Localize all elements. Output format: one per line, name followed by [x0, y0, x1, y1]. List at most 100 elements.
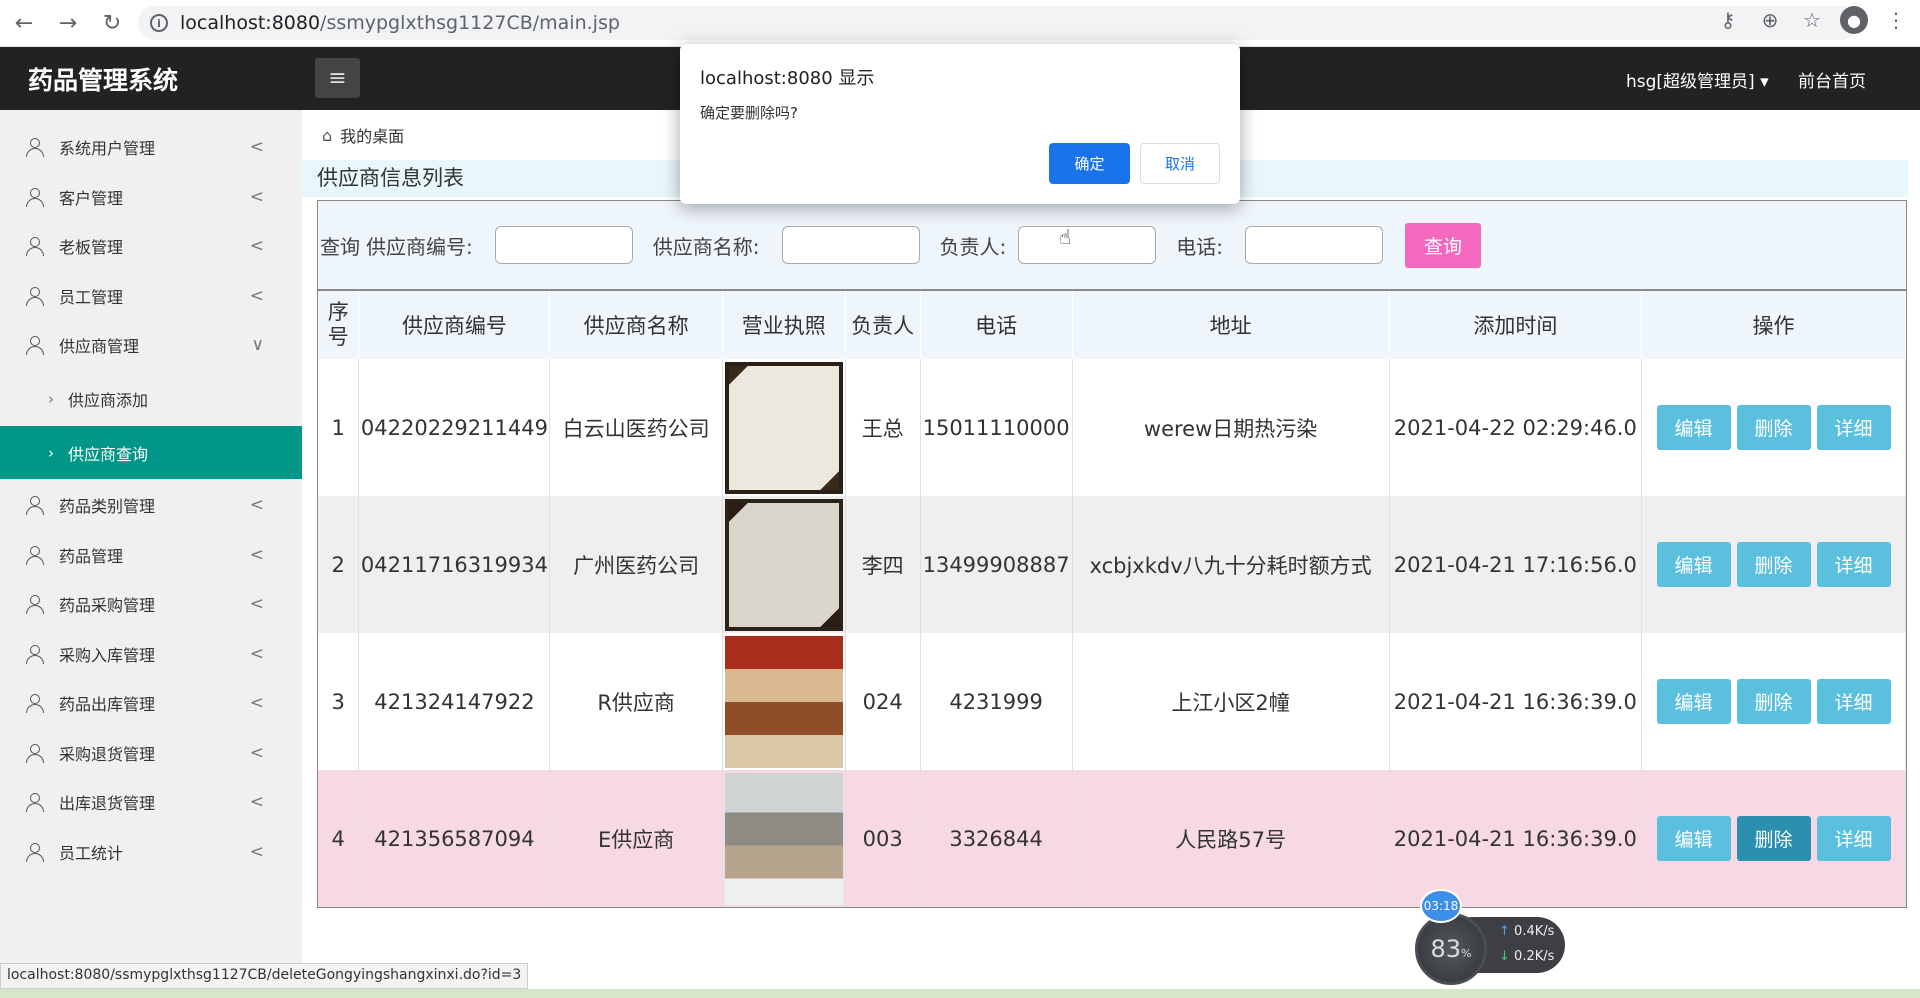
sidebar-item-suppliers[interactable]: 供应商管理 ∨	[0, 320, 302, 369]
sidebar-item-drugs[interactable]: 药品管理 <	[0, 530, 302, 579]
zoom-icon[interactable]: ⊕	[1756, 8, 1784, 32]
table-row: 1 04220229211449 白云山医药公司 王总 15011110000 …	[318, 359, 1906, 496]
license-image[interactable]	[724, 361, 843, 494]
supplier-code-input[interactable]	[494, 226, 633, 264]
table-row: 4 421356587094 E供应商 003 3326844 人民路57号 2…	[318, 770, 1906, 907]
sidebar-item-staff[interactable]: 员工管理 <	[0, 271, 302, 320]
search-button[interactable]: 查询	[1405, 222, 1481, 268]
sidebar-item-purchase-returns[interactable]: 采购退货管理 <	[0, 728, 302, 777]
cpu-percent-unit: %	[1461, 946, 1472, 960]
cell-address: werew日期热污染	[1072, 359, 1390, 496]
chevron-left-icon: <	[249, 791, 264, 812]
cell-name: 广州医药公司	[549, 496, 723, 633]
user-icon	[25, 594, 45, 614]
chevron-left-icon: <	[249, 544, 264, 565]
sidebar-item-staff-stats[interactable]: 员工统计 <	[0, 827, 302, 876]
sidebar-item-drug-outbound[interactable]: 药品出库管理 <	[0, 678, 302, 727]
user-icon	[25, 792, 45, 812]
sidebar-item-drug-categories[interactable]: 药品类别管理 <	[0, 480, 302, 529]
detail-button[interactable]: 详细	[1816, 679, 1891, 724]
sidebar-subitem-supplier-add[interactable]: › 供应商添加	[0, 372, 302, 425]
breadcrumb[interactable]: ⌂ 我的桌面	[322, 123, 404, 147]
delete-button[interactable]: 删除	[1736, 679, 1811, 724]
sidebar-item-label: 药品出库管理	[59, 694, 156, 714]
sidebar-item-label: 员工统计	[59, 843, 124, 863]
sidebar-subitem-label: 供应商添加	[68, 390, 149, 410]
cell-no: 1	[318, 359, 360, 496]
profile-icon[interactable]: ●	[1840, 6, 1868, 34]
back-icon[interactable]: ←	[4, 3, 44, 43]
edit-button[interactable]: 编辑	[1656, 405, 1731, 450]
user-icon	[25, 286, 45, 306]
confirm-dialog: localhost:8080 显示 确定要删除吗? 确定 取消	[680, 44, 1240, 204]
user-menu[interactable]: hsg[超级管理员] ▾	[1626, 67, 1769, 92]
home-icon: ⌂	[322, 125, 333, 145]
reload-icon[interactable]: ↻	[92, 3, 132, 43]
license-image[interactable]	[724, 498, 843, 631]
sidebar-item-bosses[interactable]: 老板管理 <	[0, 221, 302, 270]
sidebar-item-purchase-inbound[interactable]: 采购入库管理 <	[0, 629, 302, 678]
cell-no: 4	[318, 770, 360, 907]
sidebar-item-label: 采购入库管理	[59, 645, 156, 665]
license-image[interactable]	[724, 772, 843, 905]
cell-license	[722, 496, 846, 633]
star-icon[interactable]: ☆	[1798, 8, 1826, 32]
phone-input[interactable]	[1245, 226, 1383, 264]
key-icon[interactable]: ⚷	[1714, 8, 1742, 32]
cell-phone: 3326844	[920, 770, 1073, 907]
confirm-button[interactable]: 确定	[1049, 143, 1130, 184]
edit-button[interactable]: 编辑	[1656, 679, 1731, 724]
chevron-left-icon: <	[249, 593, 264, 614]
chevron-left-icon: <	[249, 841, 264, 862]
sidebar-item-customers[interactable]: 客户管理 <	[0, 172, 302, 221]
delete-button[interactable]: 删除	[1736, 542, 1811, 587]
sidebar: 系统用户管理 < 客户管理 < 老板管理 < 员工管理 < 供应商管理 ∨ › 供应商添加 …	[0, 110, 302, 998]
detail-button[interactable]: 详细	[1816, 405, 1891, 450]
cell-name: E供应商	[549, 770, 723, 907]
delete-button[interactable]: 删除	[1736, 816, 1811, 861]
chevron-left-icon: <	[249, 742, 264, 763]
cell-code: 04211716319934	[358, 496, 551, 633]
more-icon[interactable]: ⋮	[1882, 8, 1910, 32]
sidebar-item-outbound-returns[interactable]: 出库退货管理 <	[0, 777, 302, 826]
chevron-right-icon: ›	[48, 389, 54, 408]
arrow-up-icon: ↑	[1499, 924, 1510, 939]
column-header: 电话	[920, 291, 1073, 359]
breadcrumb-label: 我的桌面	[340, 127, 405, 146]
user-label: hsg[超级管理员]	[1626, 72, 1755, 92]
front-page-link[interactable]: 前台首页	[1798, 67, 1866, 92]
info-icon[interactable]: i	[150, 14, 168, 32]
caret-down-icon: ▾	[1760, 72, 1769, 92]
person-input[interactable]	[1018, 226, 1157, 264]
address-bar[interactable]: i localhost:8080 /ssmypglxthsg1127CB/mai…	[138, 6, 1858, 40]
edit-button[interactable]: 编辑	[1656, 542, 1731, 587]
sidebar-item-system-users[interactable]: 系统用户管理 <	[0, 122, 302, 171]
supplier-code-label: 供应商编号:	[366, 234, 473, 259]
sidebar-item-label: 药品管理	[59, 546, 124, 566]
chevron-left-icon: <	[249, 692, 264, 713]
menu-toggle-icon[interactable]: ≡	[315, 58, 360, 98]
sidebar-subitem-supplier-query[interactable]: › 供应商查询	[0, 426, 302, 479]
cancel-button[interactable]: 取消	[1140, 143, 1220, 184]
cell-license	[722, 359, 846, 496]
forward-icon[interactable]: →	[48, 3, 88, 43]
edit-button[interactable]: 编辑	[1656, 816, 1731, 861]
cell-person: 王总	[845, 359, 921, 496]
supplier-name-label: 供应商名称:	[652, 234, 760, 259]
status-url: localhost:8080/ssmypglxthsg1127CB/delete…	[0, 963, 529, 989]
cell-time: 2021-04-21 16:36:39.0	[1389, 770, 1643, 907]
license-image[interactable]	[724, 635, 843, 768]
delete-button[interactable]: 删除	[1736, 405, 1811, 450]
detail-button[interactable]: 详细	[1816, 816, 1891, 861]
sidebar-item-drug-purchase[interactable]: 药品采购管理 <	[0, 579, 302, 628]
supplier-name-input[interactable]	[781, 226, 920, 264]
app-title: 药品管理系统	[28, 66, 179, 95]
cell-time: 2021-04-21 17:16:56.0	[1389, 496, 1643, 633]
detail-button[interactable]: 详细	[1816, 542, 1891, 587]
cell-person: 003	[845, 770, 921, 907]
chevron-right-icon: ›	[48, 443, 54, 462]
user-icon	[25, 137, 45, 157]
network-speed-widget[interactable]: 83% 03:18 ↑ 0.4K/s ↓ 0.2K/s	[1415, 889, 1565, 985]
phone-label: 电话:	[1176, 234, 1223, 259]
chevron-down-icon: ∨	[251, 334, 264, 355]
